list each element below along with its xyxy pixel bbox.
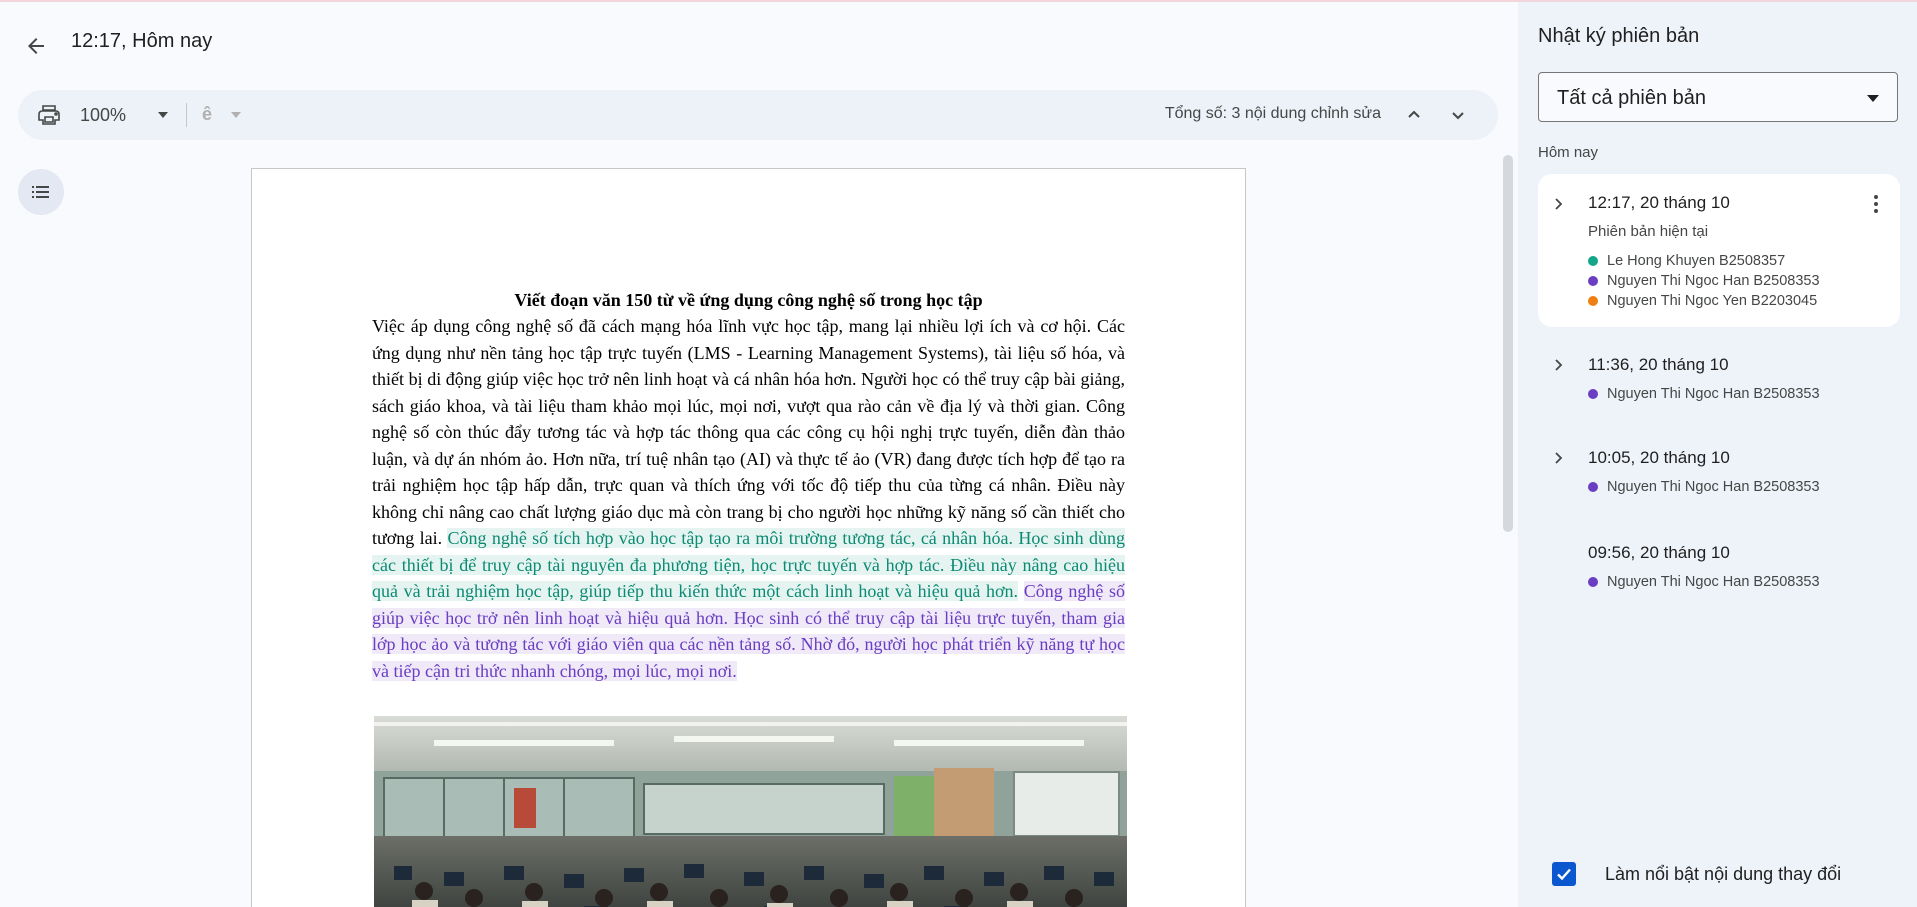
chevron-right-icon[interactable]	[1550, 450, 1566, 466]
document-title: Viết đoạn văn 150 từ về ứng dụng công ng…	[514, 290, 983, 310]
green-edit-text: Công nghệ số tích hợp vào học tập tạo ra…	[372, 528, 1126, 601]
editor-color-dot	[1588, 276, 1598, 286]
unchanged-text: Việc áp dụng công nghệ số đã cách mạng h…	[372, 316, 1125, 548]
spellcheck-chevron-down-icon[interactable]	[231, 112, 241, 118]
editor-color-dot	[1588, 256, 1598, 266]
chevron-down-icon	[1452, 112, 1464, 120]
outline-list-icon	[32, 186, 49, 198]
version-time: 11:36, 20 tháng 10	[1588, 355, 1729, 374]
chevron-up-icon	[1408, 110, 1420, 118]
total-edits-label: Tổng số: 3 nội dung chỉnh sửa	[1164, 105, 1381, 122]
version-title: 12:17, Hôm nay	[71, 30, 213, 52]
more-vert-icon[interactable]	[1866, 192, 1886, 216]
editor-item: Nguyen Thi Ngoc Han B2508353	[1588, 479, 1820, 495]
highlight-changes-row: Làm nổi bật nội dung thay đổi	[1552, 862, 1841, 886]
version-time: 10:05, 20 tháng 10	[1588, 448, 1730, 467]
header: 12:17, Hôm nay	[0, 2, 1518, 82]
version-filter-select[interactable]: Tất cả phiên bản	[1538, 72, 1898, 122]
editor-item: Le Hong Khuyen B2508357	[1588, 253, 1785, 269]
version-filter-value: Tất cả phiên bản	[1557, 87, 1706, 109]
editor-item: Nguyen Thi Ngoc Yen B2203045	[1588, 293, 1817, 309]
version-entry[interactable]: 09:56, 20 tháng 10 Nguyen Thi Ngoc Han B…	[1538, 530, 1900, 610]
dropdown-chevron-down-icon	[1867, 95, 1879, 102]
document-outline-button[interactable]	[18, 169, 64, 215]
chevron-right-icon[interactable]	[1550, 357, 1566, 373]
document-scrollbar[interactable]	[1503, 155, 1513, 532]
document-body: Viết đoạn văn 150 từ về ứng dụng công ng…	[372, 288, 1126, 684]
version-entry[interactable]: 10:05, 20 tháng 10 Nguyen Thi Ngoc Han B…	[1538, 435, 1900, 515]
editor-item: Nguyen Thi Ngoc Han B2508353	[1588, 386, 1820, 402]
editor-name: Nguyen Thi Ngoc Yen B2203045	[1607, 293, 1818, 309]
version-time: 12:17, 20 tháng 10	[1588, 193, 1730, 212]
editor-name: Nguyen Thi Ngoc Han B2508353	[1607, 479, 1820, 495]
highlight-changes-checkbox[interactable]	[1552, 862, 1576, 886]
editor-color-dot	[1588, 482, 1598, 492]
editor-name: Nguyen Thi Ngoc Han B2508353	[1607, 273, 1820, 289]
version-entry[interactable]: 12:17, 20 tháng 10 Phiên bản hiện tại Le…	[1538, 174, 1900, 327]
document-paragraph: Việc áp dụng công nghệ số đã cách mạng h…	[372, 313, 1126, 684]
section-label-today: Hôm nay	[1538, 144, 1599, 161]
classroom-photo	[374, 716, 1127, 907]
classroom-photo-illustration	[374, 716, 1127, 907]
editor-name: Nguyen Thi Ngoc Han B2508353	[1607, 386, 1820, 402]
back-button[interactable]	[16, 26, 56, 66]
spellcheck-button[interactable]: ê	[202, 104, 212, 125]
editor-color-dot	[1588, 296, 1598, 306]
current-version-label: Phiên bản hiện tại	[1588, 223, 1709, 240]
print-icon	[38, 105, 60, 125]
zoom-chevron-down-icon[interactable]	[158, 112, 168, 118]
toolbar: 100% ê Tổng số: 3 nội dung chỉnh sửa	[18, 90, 1498, 140]
version-time: 09:56, 20 tháng 10	[1588, 543, 1730, 562]
document-page: Viết đoạn văn 150 từ về ứng dụng công ng…	[251, 168, 1246, 907]
version-entry[interactable]: 11:36, 20 tháng 10 Nguyen Thi Ngoc Han B…	[1538, 342, 1900, 422]
editor-name: Nguyen Thi Ngoc Han B2508353	[1607, 574, 1820, 590]
next-edit-button[interactable]	[1446, 103, 1470, 127]
chevron-right-icon[interactable]	[1550, 196, 1566, 212]
editor-color-dot	[1588, 577, 1598, 587]
zoom-select[interactable]: 100%	[80, 105, 126, 126]
previous-edit-button[interactable]	[1402, 103, 1426, 127]
checkmark-icon	[1557, 868, 1571, 881]
editor-item: Nguyen Thi Ngoc Han B2508353	[1588, 574, 1820, 590]
editor-color-dot	[1588, 389, 1598, 399]
toolbar-divider	[186, 103, 187, 127]
panel-title: Nhật ký phiên bản	[1538, 25, 1700, 47]
print-button[interactable]	[36, 103, 62, 127]
version-history-panel: Nhật ký phiên bản Tất cả phiên bản Hôm n…	[1518, 2, 1917, 907]
back-arrow-icon	[28, 38, 44, 54]
highlight-changes-label: Làm nổi bật nội dung thay đổi	[1605, 863, 1842, 884]
editor-item: Nguyen Thi Ngoc Han B2508353	[1588, 273, 1820, 289]
editor-name: Le Hong Khuyen B2508357	[1607, 253, 1786, 269]
